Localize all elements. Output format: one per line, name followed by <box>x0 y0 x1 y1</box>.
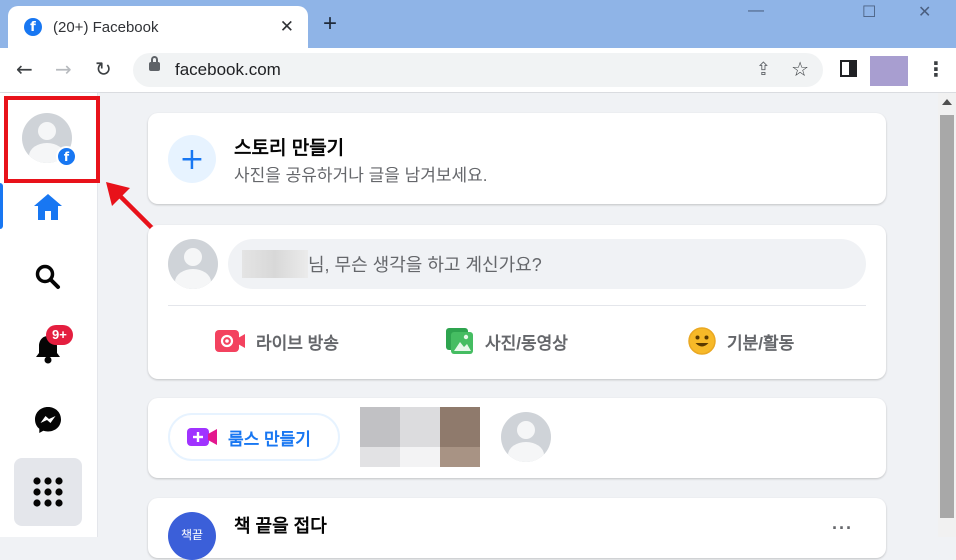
browser-tab[interactable]: f (20+) Facebook ✕ <box>8 6 308 48</box>
notification-count-badge: 9+ <box>46 325 73 345</box>
feeling-activity-button[interactable]: 기분/활동 <box>687 321 794 361</box>
rooms-card: 룸스 만들기 <box>148 398 886 478</box>
browser-toolbar: ← → ↻ facebook.com ⇪ ☆ ⋮ <box>0 48 956 93</box>
plus-icon[interactable]: + <box>168 135 216 183</box>
grid-menu-icon <box>33 477 63 507</box>
browser-menu-icon[interactable]: ⋮ <box>926 57 946 82</box>
live-video-icon <box>215 330 245 352</box>
status-input[interactable]: 님, 무슨 생각을 하고 계신가요? <box>228 239 866 289</box>
story-title: 스토리 만들기 <box>234 138 345 159</box>
share-icon[interactable]: ⇪ <box>756 59 771 80</box>
search-button[interactable] <box>26 255 70 299</box>
tab-close-icon[interactable]: ✕ <box>280 17 294 37</box>
post-card: 책끝 책 끝을 접다 ··· <box>148 498 886 560</box>
video-camera-plus-icon <box>187 428 217 446</box>
messenger-icon <box>35 407 61 433</box>
side-panel-icon[interactable] <box>840 60 857 77</box>
facebook-page: f 9+ + 스토리 만들기 사진을 공유하거나 글을 남겨보세요. 님, 무슨… <box>0 93 956 560</box>
forward-button[interactable]: → <box>55 57 72 81</box>
reload-button[interactable]: ↻ <box>95 57 112 81</box>
avatar[interactable] <box>168 239 218 289</box>
create-story-card[interactable]: + 스토리 만들기 사진을 공유하거나 글을 남겨보세요. <box>148 113 886 204</box>
home-button[interactable] <box>26 185 70 229</box>
back-button[interactable]: ← <box>16 57 33 81</box>
url-text[interactable]: facebook.com <box>175 60 281 80</box>
divider <box>168 305 866 306</box>
post-composer-card: 님, 무슨 생각을 하고 계신가요? 라이브 방송 사진/동영상 기분/활동 <box>148 225 886 379</box>
scroll-up-arrow-icon[interactable] <box>942 99 952 105</box>
blurred-thumbnails <box>360 407 480 467</box>
tab-title: (20+) Facebook <box>53 18 159 36</box>
post-author-name[interactable]: 책 끝을 접다 <box>234 512 327 538</box>
facebook-favicon-icon: f <box>24 18 42 36</box>
window-minimize-button[interactable]: — <box>748 2 764 20</box>
create-room-label: 룸스 만들기 <box>228 429 311 449</box>
photo-video-label: 사진/동영상 <box>485 333 568 353</box>
create-room-button[interactable]: 룸스 만들기 <box>168 413 340 461</box>
menu-grid-button[interactable] <box>14 458 82 526</box>
window-maximize-button[interactable]: ☐ <box>862 2 876 22</box>
active-nav-indicator <box>0 183 3 229</box>
window-close-button[interactable]: ✕ <box>918 2 931 22</box>
lock-icon[interactable] <box>149 56 160 71</box>
highlight-annotation-box <box>4 96 100 183</box>
more-options-icon[interactable]: ··· <box>832 518 853 539</box>
photo-video-icon <box>446 328 473 354</box>
home-icon <box>34 194 62 220</box>
address-bar[interactable]: facebook.com ⇪ ☆ <box>133 53 823 87</box>
feeling-activity-label: 기분/활동 <box>727 333 795 353</box>
messenger-button[interactable] <box>26 398 70 442</box>
new-tab-button[interactable]: + <box>323 12 337 36</box>
feeling-icon <box>688 327 716 355</box>
photo-video-button[interactable]: 사진/동영상 <box>445 321 568 361</box>
story-subtitle: 사진을 공유하거나 글을 남겨보세요. <box>234 166 488 185</box>
browser-titlebar: f (20+) Facebook ✕ + — ☐ ✕ <box>0 0 956 48</box>
live-video-label: 라이브 방송 <box>256 333 339 353</box>
profile-avatar[interactable] <box>870 56 908 86</box>
page-avatar[interactable]: 책끝 <box>168 512 216 560</box>
live-video-button[interactable]: 라이브 방송 <box>214 321 339 361</box>
status-placeholder: 님, 무슨 생각을 하고 계신가요? <box>308 255 542 275</box>
left-nav: f 9+ <box>0 93 100 537</box>
bookmark-star-icon[interactable]: ☆ <box>791 57 809 82</box>
scrollbar-thumb[interactable] <box>940 115 954 518</box>
avatar[interactable] <box>501 412 551 462</box>
search-icon <box>35 264 60 289</box>
blurred-user-name <box>242 250 308 278</box>
